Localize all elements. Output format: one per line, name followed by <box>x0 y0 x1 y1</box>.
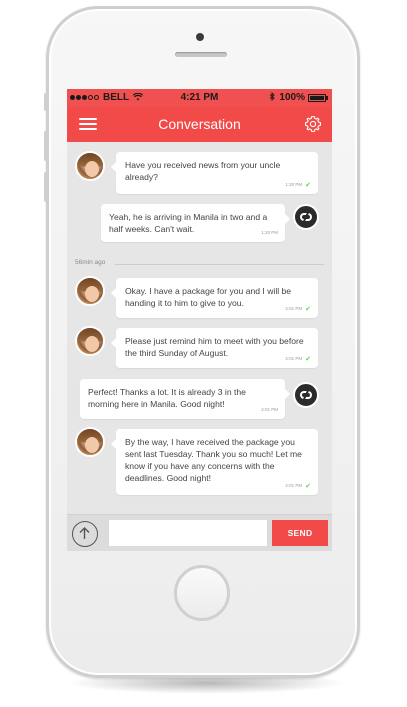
volume-down-button <box>44 172 48 202</box>
message-bubble: Please just remind him to meet with you … <box>111 328 318 368</box>
message-text: Have you received news from your uncle a… <box>125 160 281 182</box>
upload-button[interactable] <box>72 521 98 547</box>
message-meta: 1:20 PM ✔ <box>285 179 311 191</box>
arrow-up-icon <box>79 527 90 539</box>
message-time: 2:01 PM <box>285 356 303 361</box>
message-text: Okay. I have a package for you and I wil… <box>125 286 292 308</box>
avatar <box>75 276 105 306</box>
message-bubble: Have you received news from your uncle a… <box>111 152 318 194</box>
message-bubble: Okay. I have a package for you and I wil… <box>111 278 318 318</box>
avatar <box>75 427 105 457</box>
message-time: 2:01 PM <box>261 407 278 412</box>
message-time: 2:01 PM <box>285 483 303 488</box>
app-screen: BELL 4:21 PM 100% Conversation Have you … <box>67 89 332 551</box>
message-text: Please just remind him to meet with you … <box>125 336 304 358</box>
message-time: 1:20 PM <box>261 230 278 235</box>
avatar <box>75 326 105 356</box>
message-bubble: Yeah, he is arriving in Manila in two an… <box>101 204 290 242</box>
message-meta: 1:20 PM <box>261 227 278 239</box>
time-divider: 56min ago <box>75 259 324 269</box>
volume-up-button <box>44 131 48 161</box>
battery-group: 100% <box>269 91 328 103</box>
send-button[interactable]: SEND <box>272 520 328 546</box>
mute-switch <box>44 93 48 111</box>
composer-bar: SEND <box>67 514 332 551</box>
message-meta: 2:01 PM ✔ <box>285 353 311 365</box>
message-meta: 2:01 PM ✔ <box>285 480 311 492</box>
check-icon: ✔ <box>305 181 311 189</box>
message-time: 1:20 PM <box>285 182 303 187</box>
message-meta: 2:01 PM ✔ <box>285 303 311 315</box>
earpiece-speaker <box>175 52 227 57</box>
nav-bar: Conversation <box>67 107 332 142</box>
battery-percent: 100% <box>279 92 305 103</box>
user-logo-icon <box>293 204 319 230</box>
check-icon: ✔ <box>305 355 311 363</box>
bluetooth-icon <box>269 91 276 103</box>
home-button[interactable] <box>174 565 230 621</box>
page-title: Conversation <box>158 116 241 132</box>
message-input[interactable] <box>109 520 267 546</box>
battery-tip <box>326 95 328 100</box>
message-text: By the way, I have received the package … <box>125 437 302 483</box>
message-bubble: By the way, I have received the package … <box>111 429 318 495</box>
message-text: Perfect! Thanks a lot. It is already 3 i… <box>88 387 246 409</box>
battery-icon <box>308 93 326 102</box>
avatar <box>75 151 105 181</box>
message-list: Have you received news from your uncle a… <box>67 142 332 514</box>
status-bar: BELL 4:21 PM 100% <box>67 89 332 107</box>
message-text: Yeah, he is arriving in Manila in two an… <box>109 212 268 234</box>
front-camera <box>196 33 204 41</box>
message-meta: 2:01 PM <box>261 404 278 416</box>
divider-label: 56min ago <box>75 259 106 266</box>
check-icon: ✔ <box>305 482 311 490</box>
message-time: 2:01 PM <box>285 306 303 311</box>
message-bubble: Perfect! Thanks a lot. It is already 3 i… <box>80 379 290 419</box>
user-logo-icon <box>293 382 319 408</box>
check-icon: ✔ <box>305 305 311 313</box>
gear-icon[interactable] <box>304 115 322 133</box>
